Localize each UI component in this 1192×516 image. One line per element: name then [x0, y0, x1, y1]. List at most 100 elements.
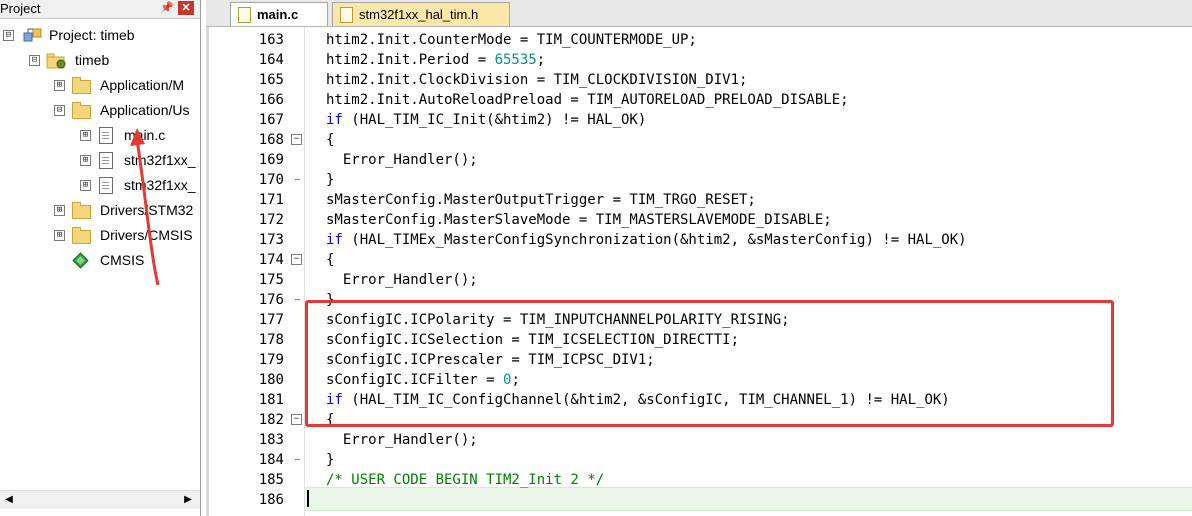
tree-label: stm32f1xx_ [124, 152, 196, 168]
code-token: if [326, 392, 343, 408]
folder-icon [72, 77, 91, 94]
project-icon [23, 28, 42, 42]
code-text[interactable]: Error_Handler(); [326, 150, 478, 170]
line-number: 166 [258, 92, 284, 108]
collapse-icon[interactable]: ⊟ [54, 105, 65, 116]
code-token: if [326, 232, 343, 248]
code-line[interactable]: 164 htim2.Init.Period = 65535; [206, 50, 1192, 70]
code-text[interactable]: Error_Handler(); [326, 430, 478, 450]
tree-item-folder[interactable]: ⊞ Application/M [0, 74, 200, 96]
code-editor[interactable]: 163 htim2.Init.CounterMode = TIM_COUNTERM… [206, 27, 1192, 516]
close-icon[interactable]: ✕ [178, 1, 194, 15]
code-line[interactable]: 178 sConfigIC.ICSelection = TIM_ICSELECTI… [206, 330, 1192, 350]
code-token: sConfigIC.ICSelection = TIM_ICSELECTION_… [326, 332, 740, 348]
tree-item-folder[interactable]: ⊞ Drivers/STM32 [0, 199, 200, 221]
code-line[interactable]: 185 /* USER CODE BEGIN TIM2_Init 2 */ [206, 470, 1192, 490]
scroll-left-icon[interactable]: ◀ [1, 493, 17, 507]
tree-label: Drivers/STM32 [100, 202, 194, 218]
code-token: 65535 [494, 52, 537, 68]
fold-collapse-icon[interactable]: − [291, 254, 302, 265]
expand-icon[interactable]: ⊞ [80, 130, 91, 141]
fold-collapse-icon[interactable]: − [291, 134, 302, 145]
tree-item-file[interactable]: ⊞ stm32f1xx_ [0, 174, 200, 196]
code-line[interactable]: 173 if (HAL_TIMEx_MasterConfigSynchroniza… [206, 230, 1192, 250]
code-text[interactable]: htim2.Init.ClockDivision = TIM_CLOCKDIVI… [326, 70, 747, 90]
collapse-icon[interactable]: ⊟ [3, 30, 14, 41]
code-line[interactable]: 167 if (HAL_TIM_IC_Init(&htim2) != HAL_OK… [206, 110, 1192, 130]
expand-icon[interactable]: ⊞ [54, 205, 65, 216]
code-token: { [326, 132, 335, 148]
code-line[interactable]: 172 sMasterConfig.MasterSlaveMode = TIM_M… [206, 210, 1192, 230]
code-line[interactable]: 170} [206, 170, 1192, 190]
code-text[interactable]: htim2.Init.AutoReloadPreload = TIM_AUTOR… [326, 90, 849, 110]
code-text[interactable]: if (HAL_TIM_IC_ConfigChannel(&htim2, &sC… [326, 390, 950, 410]
code-text[interactable]: { [326, 410, 334, 430]
code-text[interactable]: { [326, 250, 334, 270]
line-number: 163 [258, 32, 284, 48]
horizontal-scrollbar[interactable]: ◀ ▶ [0, 490, 200, 509]
folder-icon [72, 202, 91, 219]
scroll-right-icon[interactable]: ▶ [180, 493, 196, 507]
code-text[interactable]: Error_Handler(); [326, 270, 478, 290]
code-text[interactable]: if (HAL_TIM_IC_Init(&htim2) != HAL_OK) [326, 110, 646, 130]
expand-icon[interactable]: ⊞ [80, 180, 91, 191]
code-line[interactable]: 163 htim2.Init.CounterMode = TIM_COUNTERM… [206, 30, 1192, 50]
code-line[interactable]: 184} [206, 450, 1192, 470]
code-text[interactable]: sMasterConfig.MasterOutputTrigger = TIM_… [326, 190, 756, 210]
code-text[interactable]: htim2.Init.Period = 65535; [326, 50, 545, 70]
code-line[interactable]: 165 htim2.Init.ClockDivision = TIM_CLOCKD… [206, 70, 1192, 90]
code-line[interactable]: 177 sConfigIC.ICPolarity = TIM_INPUTCHANN… [206, 310, 1192, 330]
tree-item-folder[interactable]: ⊟ Application/Us [0, 99, 200, 121]
tree-item-file-main-c[interactable]: ⊞ main.c [0, 124, 200, 146]
code-line[interactable]: 171 sMasterConfig.MasterOutputTrigger = T… [206, 190, 1192, 210]
code-token: (HAL_TIM_IC_ConfigChannel(&htim2, &sConf… [342, 392, 950, 408]
code-text[interactable]: sMasterConfig.MasterSlaveMode = TIM_MAST… [326, 210, 832, 230]
line-number: 170 [258, 172, 284, 188]
code-line[interactable]: 181 if (HAL_TIM_IC_ConfigChannel(&htim2, … [206, 390, 1192, 410]
code-token: } [326, 172, 335, 188]
line-number: 172 [258, 212, 284, 228]
line-number: 185 [258, 472, 284, 488]
code-line[interactable]: 169 Error_Handler(); [206, 150, 1192, 170]
code-token: if [326, 112, 343, 128]
code-text[interactable]: { [326, 130, 334, 150]
tree-item-target[interactable]: ⊟ timeb [0, 49, 200, 71]
code-text[interactable]: if (HAL_TIMEx_MasterConfigSynchronizatio… [326, 230, 967, 250]
code-text[interactable]: /* USER CODE BEGIN TIM2_Init 2 */ [326, 470, 604, 490]
tree-item-project[interactable]: ⊟ Project: timeb [0, 24, 200, 46]
code-line[interactable]: 174− { [206, 250, 1192, 270]
code-line[interactable]: 175 Error_Handler(); [206, 270, 1192, 290]
code-token: htim2.Init.CounterMode = TIM_COUNTERMODE… [326, 32, 697, 48]
fold-collapse-icon[interactable]: − [291, 414, 302, 425]
code-text[interactable]: sConfigIC.ICPrescaler = TIM_ICPSC_DIV1; [326, 350, 655, 370]
code-token: /* USER CODE BEGIN TIM2_Init 2 */ [326, 472, 605, 488]
code-line[interactable]: 176} [206, 290, 1192, 310]
code-line[interactable]: 168− { [206, 130, 1192, 150]
tree-item-cmsis[interactable]: CMSIS [0, 249, 200, 271]
tree-item-file[interactable]: ⊞ stm32f1xx_ [0, 149, 200, 171]
expand-icon[interactable]: ⊞ [54, 80, 65, 91]
code-text[interactable]: } [326, 290, 334, 310]
code-text[interactable]: htim2.Init.CounterMode = TIM_COUNTERMODE… [326, 30, 697, 50]
code-line[interactable]: 180 sConfigIC.ICFilter = 0; [206, 370, 1192, 390]
code-text[interactable]: sConfigIC.ICPolarity = TIM_INPUTCHANNELP… [326, 310, 790, 330]
code-line[interactable]: 179 sConfigIC.ICPrescaler = TIM_ICPSC_DIV… [206, 350, 1192, 370]
expand-icon[interactable]: ⊞ [80, 155, 91, 166]
collapse-icon[interactable]: ⊟ [29, 55, 40, 66]
project-pane-title: Project [0, 1, 41, 16]
code-token: { [326, 412, 335, 428]
code-line[interactable]: 183 Error_Handler(); [206, 430, 1192, 450]
tab-main-c[interactable]: main.c [230, 2, 328, 26]
code-line[interactable]: 186 [206, 490, 1192, 510]
code-text[interactable]: sConfigIC.ICSelection = TIM_ICSELECTION_… [326, 330, 739, 350]
tree-item-folder[interactable]: ⊞ Drivers/CMSIS [0, 224, 200, 246]
code-text[interactable]: } [326, 170, 334, 190]
code-line[interactable]: 166 htim2.Init.AutoReloadPreload = TIM_AU… [206, 90, 1192, 110]
expand-icon[interactable]: ⊞ [54, 230, 65, 241]
code-text[interactable]: } [326, 450, 334, 470]
tab-stm32f1xx-hal-tim-h[interactable]: stm32f1xx_hal_tim.h [332, 2, 510, 26]
code-text[interactable]: sConfigIC.ICFilter = 0; [326, 370, 520, 390]
pin-icon[interactable]: 📌 [160, 1, 174, 15]
code-token: htim2.Init.AutoReloadPreload = TIM_AUTOR… [326, 92, 849, 108]
code-line[interactable]: 182− { [206, 410, 1192, 430]
